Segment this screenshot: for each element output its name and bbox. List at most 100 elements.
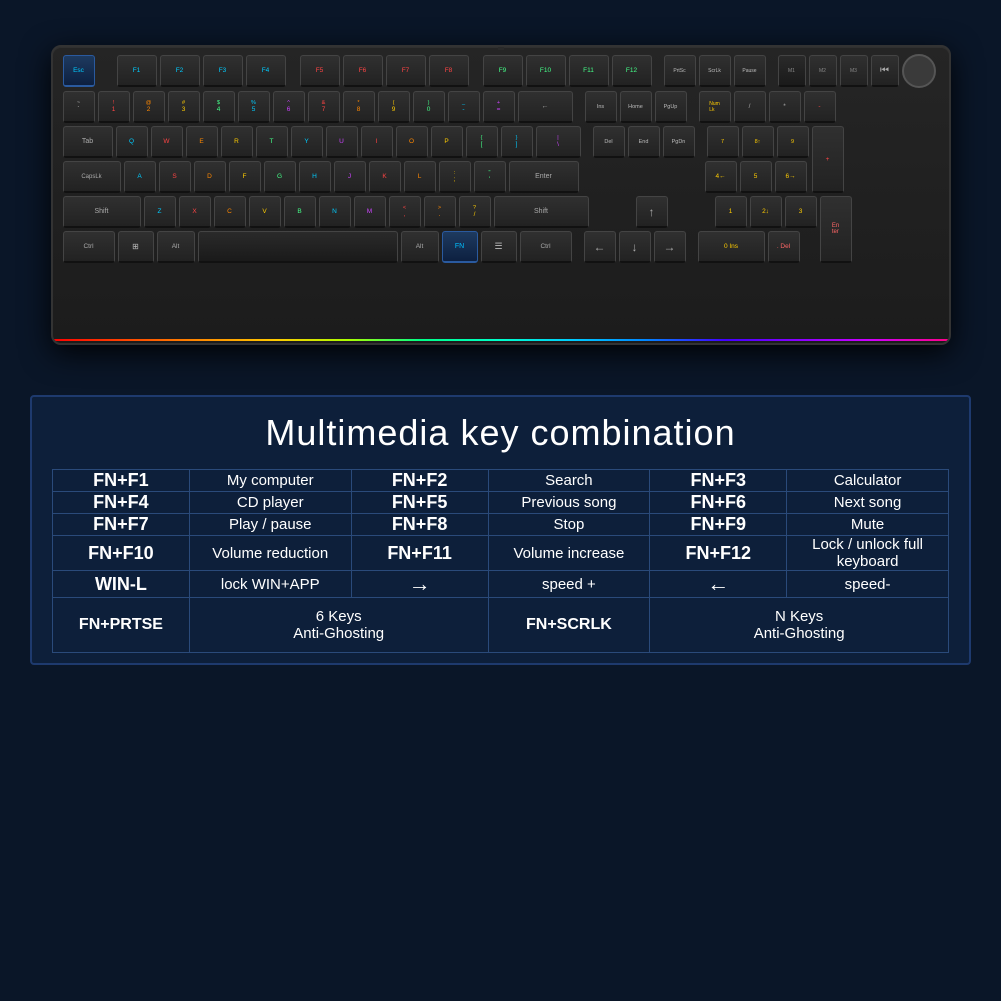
- key-f1: F1: [117, 55, 157, 87]
- key-y: Y: [291, 126, 323, 158]
- key-equals: +=: [483, 91, 515, 123]
- keyboard-section: Esc F1 F2 F3 F4 F5 F6 F7 F8 F9 F10 F11 F…: [0, 0, 1001, 390]
- key-fn: FN: [442, 231, 478, 263]
- desc-nkeys: N Keys Anti-Ghosting: [650, 598, 949, 653]
- key-9: (9: [378, 91, 410, 123]
- key-s: S: [159, 161, 191, 193]
- key-prtsc: PrtSc: [664, 55, 696, 87]
- key-n: N: [319, 196, 351, 228]
- multimedia-table-container: Multimedia key combination FN+F1 My comp…: [30, 395, 971, 665]
- key-del: Del: [593, 126, 625, 158]
- key-f8: F8: [429, 55, 469, 87]
- key-l: L: [404, 161, 436, 193]
- key-esc: Esc: [63, 55, 95, 87]
- keyboard-image: Esc F1 F2 F3 F4 F5 F6 F7 F8 F9 F10 F11 F…: [51, 45, 951, 345]
- table-row: WIN-L lock WIN+APP → speed + ← speed-: [53, 571, 949, 598]
- desc-search: Search: [488, 470, 650, 492]
- desc-calculator: Calculator: [787, 470, 949, 492]
- key-end: End: [628, 126, 660, 158]
- key-pgdn: PgDn: [663, 126, 695, 158]
- desc-stop: Stop: [488, 514, 650, 536]
- key-scrlk: ScrLk: [699, 55, 731, 87]
- key-caps: CapsLk: [63, 161, 121, 193]
- key-fn-f8: FN+F8: [351, 514, 488, 536]
- key-x: X: [179, 196, 211, 228]
- key-g: G: [264, 161, 296, 193]
- key-r: R: [221, 126, 253, 158]
- key-fn-prtse: FN+PRTSE: [53, 598, 190, 653]
- key-fn-scrlk: FN+SCRLK: [488, 598, 650, 653]
- key-f11: F11: [569, 55, 609, 87]
- key-num-6: 6→: [775, 161, 807, 193]
- desc-volume-increase: Volume increase: [488, 536, 650, 571]
- key-semicolon: :;: [439, 161, 471, 193]
- key-a: A: [124, 161, 156, 193]
- key-arrow-left: ←: [650, 571, 787, 598]
- desc-volume-reduction: Volume reduction: [189, 536, 351, 571]
- key-prev: ⏮: [871, 55, 899, 87]
- key-num-3: 3: [785, 196, 817, 228]
- key-v: V: [249, 196, 281, 228]
- key-f9: F9: [483, 55, 523, 87]
- key-num-plus: +: [812, 126, 844, 193]
- key-i: I: [361, 126, 393, 158]
- key-f7: F7: [386, 55, 426, 87]
- desc-lock-win-app: lock WIN+APP: [189, 571, 351, 598]
- key-quote: "': [474, 161, 506, 193]
- key-minus: _-: [448, 91, 480, 123]
- key-ins: Ins: [585, 91, 617, 123]
- key-win-l: WIN-L: [53, 571, 190, 598]
- combo-table: FN+F1 My computer FN+F2 Search FN+F3 Cal…: [52, 469, 949, 653]
- key-num-mul: *: [769, 91, 801, 123]
- key-num-enter: Enter: [820, 196, 852, 263]
- desc-6keys: 6 Keys Anti-Ghosting: [189, 598, 488, 653]
- key-t: T: [256, 126, 288, 158]
- key-fn-f10: FN+F10: [53, 536, 190, 571]
- key-4: $4: [203, 91, 235, 123]
- key-fn-f4: FN+F4: [53, 492, 190, 514]
- key-shift-right: Shift: [494, 196, 589, 228]
- key-6: ^6: [273, 91, 305, 123]
- key-o: O: [396, 126, 428, 158]
- key-fn-f7: FN+F7: [53, 514, 190, 536]
- key-c: C: [214, 196, 246, 228]
- desc-my-computer: My computer: [189, 470, 351, 492]
- usb-cable: [498, 45, 504, 50]
- desc-play-pause: Play / pause: [189, 514, 351, 536]
- key-f: F: [229, 161, 261, 193]
- key-ctrl-left: Ctrl: [63, 231, 115, 263]
- table-row: FN+F7 Play / pause FN+F8 Stop FN+F9 Mute: [53, 514, 949, 536]
- key-shift-left: Shift: [63, 196, 141, 228]
- key-u: U: [326, 126, 358, 158]
- key-0: )0: [413, 91, 445, 123]
- key-num-lock: NumLk: [699, 91, 731, 123]
- key-num-8: 8↑: [742, 126, 774, 158]
- desc-cd-player: CD player: [189, 492, 351, 514]
- key-alt-right: Alt: [401, 231, 439, 263]
- key-space: [198, 231, 398, 263]
- key-f4: F4: [246, 55, 286, 87]
- key-fn-f5: FN+F5: [351, 492, 488, 514]
- key-down: ↓: [619, 231, 651, 263]
- key-win-left: ⊞: [118, 231, 154, 263]
- desc-speed-minus: speed-: [787, 571, 949, 598]
- key-fn-f6: FN+F6: [650, 492, 787, 514]
- key-alt-left: Alt: [157, 231, 195, 263]
- key-num-minus: -: [804, 91, 836, 123]
- desc-lock-keyboard: Lock / unlock full keyboard: [787, 536, 949, 571]
- key-fn-f12: FN+F12: [650, 536, 787, 571]
- table-title: Multimedia key combination: [52, 412, 949, 454]
- key-5: %5: [238, 91, 270, 123]
- key-8: *8: [343, 91, 375, 123]
- key-num-1: 1: [715, 196, 747, 228]
- key-up: ↑: [636, 196, 668, 228]
- desc-speed-plus: speed +: [488, 571, 650, 598]
- key-f10: F10: [526, 55, 566, 87]
- key-num-0: 0 Ins: [698, 231, 765, 263]
- table-row: FN+F1 My computer FN+F2 Search FN+F3 Cal…: [53, 470, 949, 492]
- key-h: H: [299, 161, 331, 193]
- key-ctrl-right: Ctrl: [520, 231, 572, 263]
- key-fn-f9: FN+F9: [650, 514, 787, 536]
- key-d: D: [194, 161, 226, 193]
- key-f6: F6: [343, 55, 383, 87]
